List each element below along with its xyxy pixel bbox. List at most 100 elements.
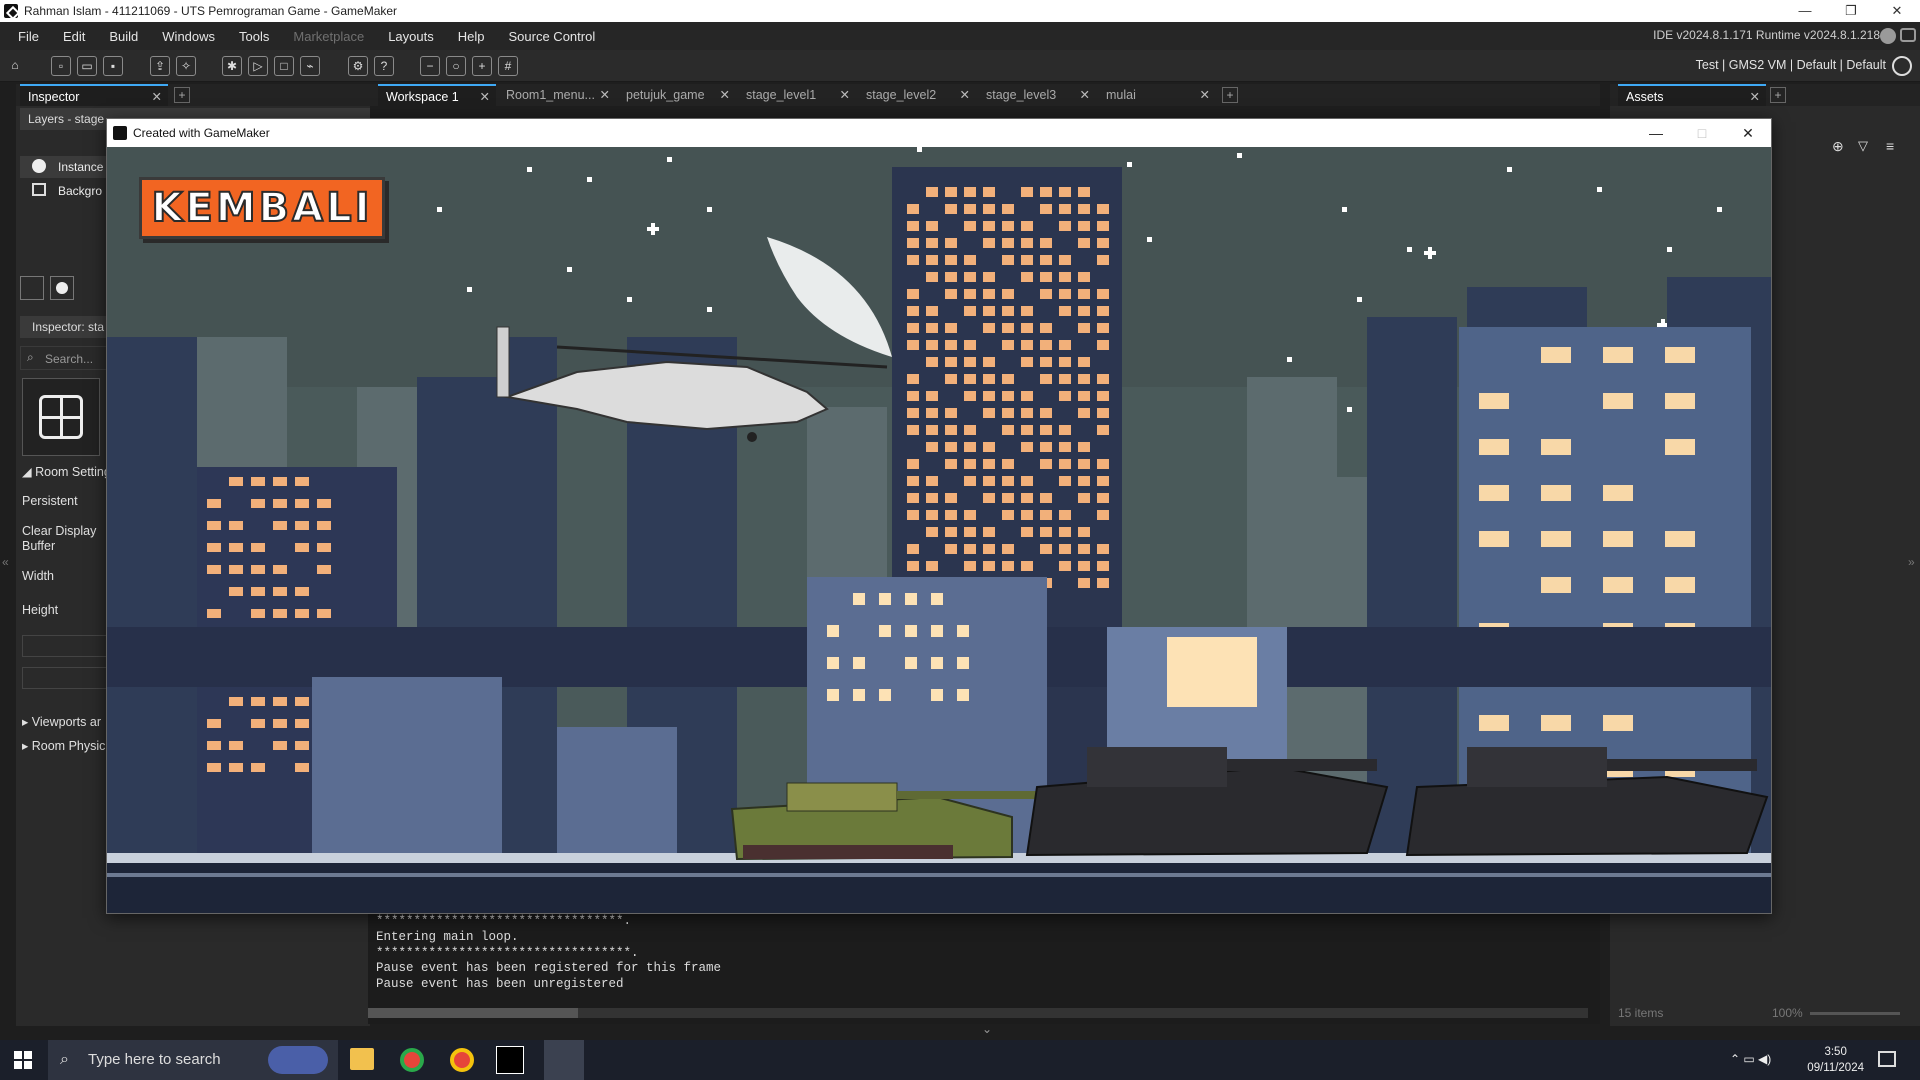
- tab-stage-level2[interactable]: stage_level2 ✕: [858, 84, 976, 106]
- gamemaker-runner-taskbar-icon[interactable]: [544, 1040, 584, 1080]
- kembali-label: KEMBALI: [151, 184, 373, 232]
- close-icon[interactable]: ✕: [480, 86, 490, 108]
- zoom-slider[interactable]: [1810, 1012, 1900, 1015]
- tab-inspector-label: Inspector: [28, 90, 80, 104]
- city-scene: [107, 147, 1771, 913]
- menu-windows[interactable]: Windows: [150, 29, 227, 44]
- menu-file[interactable]: File: [0, 29, 51, 44]
- road: [107, 863, 1771, 913]
- tab-mulai[interactable]: mulai ✕: [1098, 84, 1216, 106]
- chat-icon[interactable]: [1900, 28, 1916, 42]
- zoom-out-icon[interactable]: −: [420, 56, 440, 76]
- stop-icon[interactable]: □: [274, 56, 294, 76]
- settings-icon[interactable]: ⚙: [348, 56, 368, 76]
- console-line: Entering main loop.: [376, 929, 519, 944]
- console-line: **********************************.: [376, 945, 639, 960]
- home-icon[interactable]: ⌂: [5, 56, 25, 76]
- target-icon[interactable]: [1892, 56, 1912, 76]
- close-icon[interactable]: ✕: [960, 84, 970, 106]
- export-icon[interactable]: ⇪: [150, 56, 170, 76]
- menu-source-control[interactable]: Source Control: [497, 29, 608, 44]
- save-icon[interactable]: ▪: [103, 56, 123, 76]
- close-icon[interactable]: ✕: [152, 86, 162, 108]
- expand-console-icon[interactable]: ⌄: [982, 1022, 992, 1036]
- search-input[interactable]: Search...: [45, 352, 93, 366]
- console-scrollbar[interactable]: [368, 1008, 1588, 1018]
- grid-icon[interactable]: #: [498, 56, 518, 76]
- collapse-right-icon[interactable]: »: [1908, 555, 1915, 569]
- menu-icon[interactable]: ≡: [1886, 138, 1894, 154]
- clock[interactable]: 3:50 09/11/2024: [1807, 1044, 1864, 1076]
- game-viewport[interactable]: KEMBALI: [107, 147, 1771, 913]
- search-icon: ⌕: [27, 350, 34, 364]
- clean-icon[interactable]: ✧: [176, 56, 196, 76]
- tab-stage-level3[interactable]: stage_level3 ✕: [978, 84, 1096, 106]
- zoom-reset-icon[interactable]: ○: [446, 56, 466, 76]
- close-icon[interactable]: ✕: [840, 84, 850, 106]
- clean-build-icon[interactable]: ⌁: [300, 56, 320, 76]
- room-settings-section[interactable]: ◢ Room Setting: [22, 464, 111, 479]
- menu-layouts[interactable]: Layouts: [376, 29, 446, 44]
- tab-stage-level1[interactable]: stage_level1 ✕: [738, 84, 856, 106]
- windows-start-icon[interactable]: [14, 1051, 32, 1069]
- game-minimize-button[interactable]: —: [1633, 119, 1679, 147]
- add-tab-icon[interactable]: +: [174, 87, 190, 103]
- left-tabstrip: Inspector ✕ +: [16, 84, 370, 106]
- help-icon[interactable]: ?: [374, 56, 394, 76]
- run-icon[interactable]: ▷: [248, 56, 268, 76]
- game-window[interactable]: Created with GameMaker — □ ✕ KEMBALI: [106, 118, 1772, 914]
- build-target-label[interactable]: Test | GMS2 VM | Default | Default: [1696, 58, 1886, 72]
- add-tile-layer-icon[interactable]: [20, 276, 44, 300]
- close-icon[interactable]: ✕: [720, 84, 730, 106]
- physics-section[interactable]: ▸ Room Physic: [22, 738, 105, 753]
- chrome-icon[interactable]: [400, 1048, 424, 1072]
- tab-assets-label: Assets: [1626, 90, 1664, 104]
- tab-room1-menu[interactable]: Room1_menu... ✕: [498, 84, 616, 106]
- console-line: Pause event has been registered for this…: [376, 961, 722, 976]
- add-asset-icon[interactable]: ⊕: [1832, 138, 1844, 155]
- close-icon[interactable]: ✕: [1750, 86, 1760, 108]
- close-icon[interactable]: ✕: [600, 84, 610, 106]
- menu-build[interactable]: Build: [97, 29, 150, 44]
- chrome-icon-2[interactable]: [450, 1048, 474, 1072]
- collapse-left-icon[interactable]: «: [2, 555, 9, 569]
- game-close-button[interactable]: ✕: [1725, 119, 1771, 147]
- menu-edit[interactable]: Edit: [51, 29, 97, 44]
- notifications-icon[interactable]: [1878, 1051, 1896, 1067]
- kembali-button[interactable]: KEMBALI: [139, 177, 385, 239]
- height-label: Height: [22, 603, 59, 617]
- zoom-in-icon[interactable]: +: [472, 56, 492, 76]
- menu-marketplace: Marketplace: [293, 28, 365, 44]
- file-explorer-icon[interactable]: [350, 1048, 374, 1070]
- menu-help[interactable]: Help: [446, 29, 497, 44]
- minimize-button[interactable]: —: [1782, 0, 1828, 22]
- close-icon[interactable]: ✕: [1080, 84, 1090, 106]
- viewports-section[interactable]: ▸ Viewports ar: [22, 714, 101, 729]
- add-instance-layer-icon[interactable]: [50, 276, 74, 300]
- user-avatar-icon[interactable]: [1880, 28, 1896, 44]
- add-tab-icon[interactable]: +: [1222, 87, 1238, 103]
- gamemaker-taskbar-icon[interactable]: [496, 1046, 524, 1074]
- restore-button[interactable]: ❐: [1828, 0, 1874, 22]
- debug-icon[interactable]: ✱: [222, 56, 242, 76]
- menu-tools[interactable]: Tools: [227, 29, 281, 44]
- open-project-icon[interactable]: ▭: [77, 56, 97, 76]
- taskbar-search[interactable]: ⌕ Type here to search: [48, 1040, 338, 1080]
- add-tab-icon[interactable]: +: [1770, 87, 1786, 103]
- tab-petujuk-game[interactable]: petujuk_game ✕: [618, 84, 736, 106]
- tab-assets[interactable]: Assets ✕: [1618, 84, 1766, 106]
- taskbar-search-input[interactable]: Type here to search: [88, 1051, 221, 1068]
- filter-icon[interactable]: ▽: [1858, 138, 1868, 154]
- physics-label: Room Physic: [31, 739, 106, 753]
- workspace-tabstrip: Workspace 1 ✕ Room1_menu... ✕ petujuk_game…: [370, 84, 1600, 106]
- close-button[interactable]: ✕: [1874, 0, 1920, 22]
- clock-date: 09/11/2024: [1807, 1062, 1864, 1074]
- layer-label: Backgro: [58, 184, 103, 198]
- new-project-icon[interactable]: ▫: [51, 56, 71, 76]
- tray-icons[interactable]: ⌃ ▭ ◀): [1730, 1052, 1771, 1066]
- viewports-label: Viewports ar: [31, 715, 101, 729]
- tab-inspector[interactable]: Inspector ✕: [20, 84, 168, 106]
- close-icon[interactable]: ✕: [1200, 84, 1210, 106]
- tab-workspace-1[interactable]: Workspace 1 ✕: [378, 84, 496, 106]
- game-window-title: Created with GameMaker: [133, 126, 270, 140]
